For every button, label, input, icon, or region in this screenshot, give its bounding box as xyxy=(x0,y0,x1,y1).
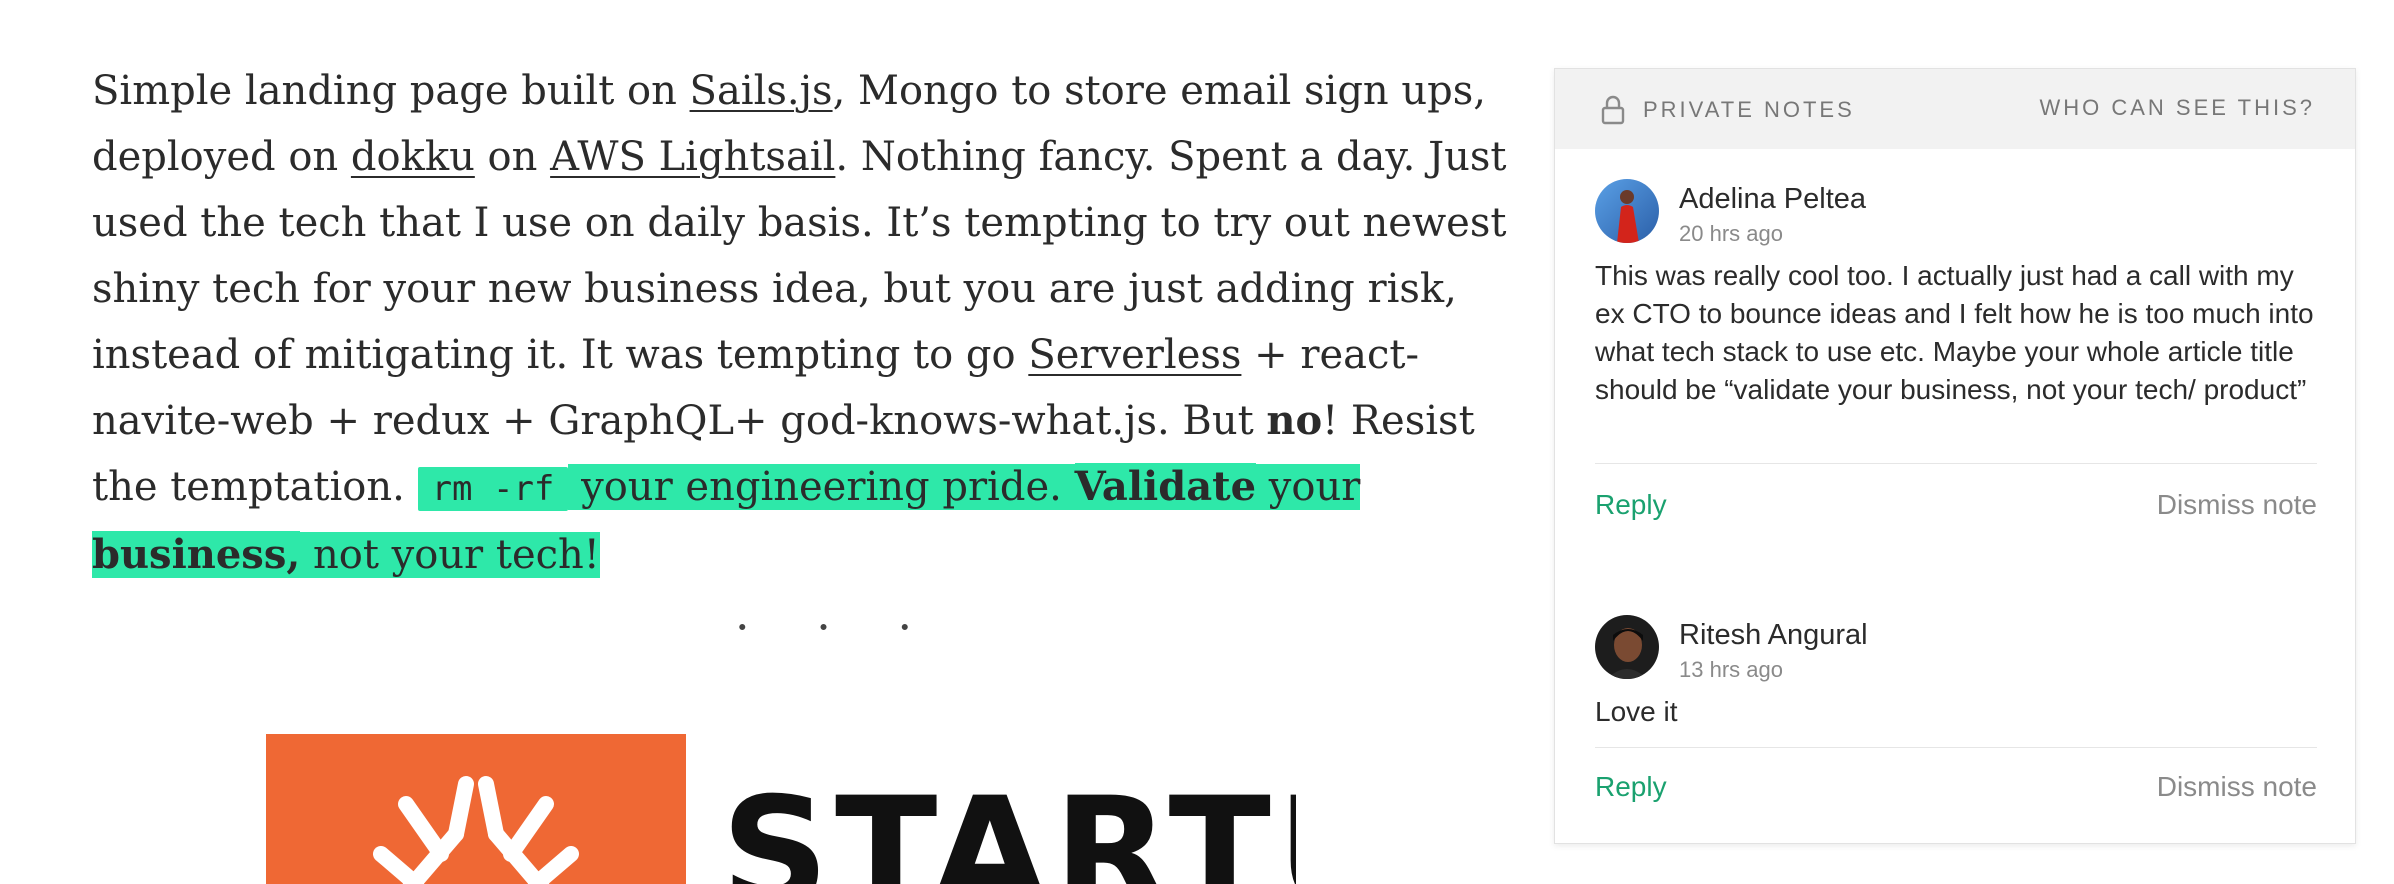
logo-wordmark: STARTUP xyxy=(721,766,1296,884)
note-item: Adelina Peltea 20 hrs ago This was reall… xyxy=(1595,179,2317,429)
link-aws-lightsail[interactable]: AWS Lightsail xyxy=(550,134,835,180)
link-dokku[interactable]: dokku xyxy=(351,134,475,180)
startup-logo-image: STARTUP xyxy=(266,734,1296,884)
highlight-segment[interactable]: your xyxy=(1256,464,1361,510)
logo-mark xyxy=(266,734,686,884)
dismiss-note-button[interactable]: Dismiss note xyxy=(2157,489,2317,521)
link-serverless[interactable]: Serverless xyxy=(1028,332,1241,378)
note-time: 20 hrs ago xyxy=(1679,221,1783,246)
note-divider xyxy=(1595,463,2317,464)
text-segment: Simple landing page built on xyxy=(92,68,690,114)
note-time: 13 hrs ago xyxy=(1679,657,1783,682)
notes-title: PRIVATE NOTES xyxy=(1643,97,1855,122)
article-body: Simple landing page built on Sails.js, M… xyxy=(92,58,1512,588)
reply-button[interactable]: Reply xyxy=(1595,771,1667,803)
inline-code[interactable]: rm -rf xyxy=(417,467,569,511)
tree-icon xyxy=(373,776,579,884)
note-body: Love it xyxy=(1595,696,1678,727)
reply-button[interactable]: Reply xyxy=(1595,489,1667,521)
article-paragraph: Simple landing page built on Sails.js, M… xyxy=(92,58,1512,588)
notes-header: PRIVATE NOTES WHO CAN SEE THIS? xyxy=(1555,69,2355,149)
section-separator: · · · xyxy=(735,600,939,654)
highlight-segment[interactable]: your engineering pride. xyxy=(568,464,1075,510)
bold-no: no xyxy=(1266,397,1323,444)
dismiss-note-button[interactable]: Dismiss note xyxy=(2157,771,2317,803)
note-author[interactable]: Adelina Peltea xyxy=(1679,183,1866,216)
highlight-segment[interactable]: not your tech! xyxy=(300,532,600,578)
link-sails-js[interactable]: Sails.js xyxy=(690,68,833,114)
highlight-bold-validate[interactable]: Validate xyxy=(1074,463,1257,510)
highlight-bold-business[interactable]: business, xyxy=(92,531,301,578)
note-divider xyxy=(1595,747,2317,748)
note-author[interactable]: Ritesh Angural xyxy=(1679,619,1868,652)
note-actions: Reply Dismiss note xyxy=(1595,771,2317,811)
note-actions: Reply Dismiss note xyxy=(1595,489,2317,529)
private-notes-panel: PRIVATE NOTES WHO CAN SEE THIS? Adelina … xyxy=(1554,68,2356,844)
avatar[interactable] xyxy=(1595,179,1659,243)
lock-icon xyxy=(1601,95,1625,130)
note-item: Ritesh Angural 13 hrs ago Love it xyxy=(1595,615,2317,735)
who-can-see-link[interactable]: WHO CAN SEE THIS? xyxy=(2039,95,2315,121)
note-body: This was really cool too. I actually jus… xyxy=(1595,260,2314,405)
avatar[interactable] xyxy=(1595,615,1659,679)
text-segment: on xyxy=(474,134,551,180)
